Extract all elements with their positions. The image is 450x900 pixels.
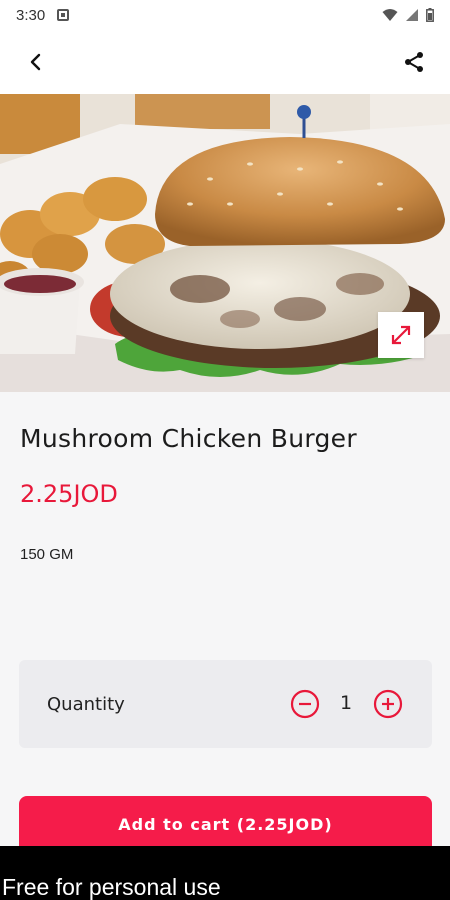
minus-circle-icon (290, 689, 320, 719)
wifi-icon (382, 9, 398, 21)
product-weight: 150 GM (20, 546, 74, 563)
status-time: 3:30 (16, 6, 46, 24)
share-button[interactable] (398, 46, 430, 78)
share-icon (405, 52, 423, 72)
product-detail-screen: 3:30 Mushroom Chicken Burger 2.25JOD 150… (0, 0, 450, 900)
add-to-cart-button[interactable]: Add to cart (2.25JOD) (19, 796, 432, 852)
quantity-increase-button[interactable] (373, 689, 403, 719)
expand-icon (391, 325, 411, 345)
expand-button[interactable] (378, 312, 424, 358)
status-icons (382, 8, 434, 22)
quantity-value: 1 (339, 692, 353, 714)
watermark-band: Free for personal use (0, 846, 450, 900)
chevron-left-icon (30, 53, 41, 71)
quantity-label: Quantity (47, 694, 125, 715)
app-bar (0, 30, 450, 94)
quantity-card: Quantity 1 (19, 660, 432, 748)
quantity-decrease-button[interactable] (290, 689, 320, 719)
battery-icon (426, 8, 434, 22)
product-price: 2.25JOD (20, 480, 118, 508)
product-name: Mushroom Chicken Burger (20, 424, 357, 453)
back-button[interactable] (20, 46, 52, 78)
product-image[interactable] (0, 94, 450, 392)
plus-circle-icon (373, 689, 403, 719)
notification-icon (57, 9, 70, 21)
product-details: Mushroom Chicken Burger 2.25JOD 150 GM Q… (0, 392, 450, 852)
signal-icon (406, 9, 418, 21)
watermark-text: Free for personal use (2, 874, 221, 900)
status-bar: 3:30 (0, 0, 450, 30)
